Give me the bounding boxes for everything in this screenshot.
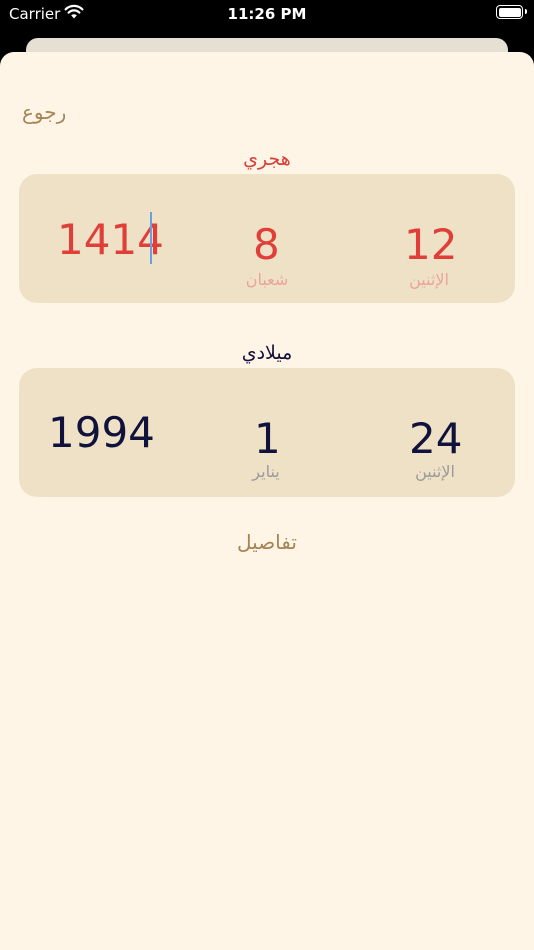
gregorian-section-title: ميلادي [241,342,293,364]
hijri-day-number[interactable]: 12 [404,224,457,266]
hijri-month-number[interactable]: 8 [253,224,280,266]
gregorian-month-name: يناير [252,462,280,481]
gregorian-weekday: الإثنين [415,462,455,481]
battery-icon [496,5,527,19]
hijri-date-card: 1414 8 شعبان 12 الإثنين [19,174,515,303]
gregorian-month-number[interactable]: 1 [254,418,281,460]
status-bar: Carrier 11:26 PM [0,0,534,30]
status-clock: 11:26 PM [227,5,307,23]
hijri-weekday: الإثنين [409,270,449,289]
gregorian-day-number[interactable]: 24 [409,418,462,460]
back-button[interactable]: رجوع [22,100,66,124]
converter-sheet: رجوع هجري 1414 8 شعبان 12 الإثنين ميلادي… [0,52,534,950]
text-cursor [150,212,152,264]
details-button[interactable]: تفاصيل [0,530,534,554]
gregorian-date-card: 1994 1 يناير 24 الإثنين [19,368,515,497]
hijri-year-field[interactable]: 1414 [57,219,164,261]
gregorian-year-field[interactable]: 1994 [48,412,155,454]
hijri-section-title: هجري [243,148,291,170]
hijri-month-name: شعبان [245,270,289,289]
